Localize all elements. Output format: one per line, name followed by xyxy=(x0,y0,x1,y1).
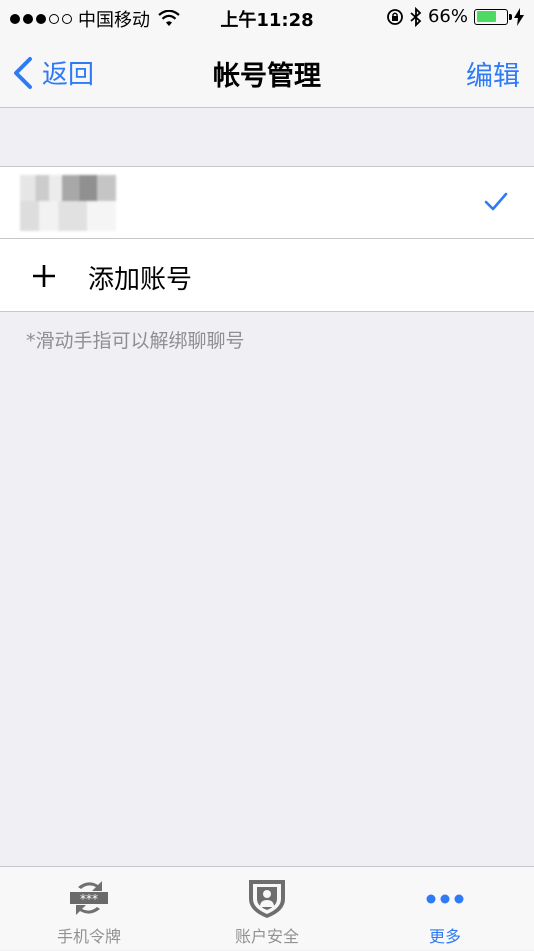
add-account-row[interactable]: 添加账号 xyxy=(0,239,534,311)
tab-more-label: 更多 xyxy=(428,927,461,946)
navigation-bar: 返回 帐号管理 编辑 xyxy=(0,36,534,108)
unbind-hint: *滑动手指可以解绑聊聊号 xyxy=(26,330,245,352)
battery-percent: 66% xyxy=(427,6,468,27)
tab-token[interactable]: *** 手机令牌 xyxy=(0,867,178,951)
account-list: 添加账号 xyxy=(0,166,534,312)
plus-icon xyxy=(33,265,55,287)
shield-user-icon xyxy=(249,880,285,918)
account-row[interactable] xyxy=(0,167,534,239)
battery-icon xyxy=(474,8,512,25)
tab-account-security-label: 账户安全 xyxy=(234,927,299,946)
add-account-label: 添加账号 xyxy=(88,265,193,295)
tab-bar: *** 手机令牌 账户安全 更多 xyxy=(0,866,534,950)
page-title: 帐号管理 xyxy=(213,61,321,92)
checkmark-icon xyxy=(484,192,508,211)
status-bar: 中国移动 上午11:28 66% xyxy=(0,0,534,36)
battery-level xyxy=(476,11,496,22)
charging-icon xyxy=(514,7,524,26)
more-dots-icon xyxy=(426,894,464,904)
tab-more[interactable]: 更多 xyxy=(356,867,534,951)
orientation-lock-icon xyxy=(387,8,403,25)
blurred-account-name xyxy=(20,175,116,231)
edit-button[interactable]: 编辑 xyxy=(466,54,520,93)
bluetooth-icon xyxy=(410,6,422,27)
tab-account-security[interactable]: 账户安全 xyxy=(178,867,356,951)
tab-token-label: 手机令牌 xyxy=(56,927,121,946)
svg-text:***: *** xyxy=(80,892,98,906)
status-right: 66% xyxy=(386,6,524,27)
token-icon: *** xyxy=(70,881,108,915)
